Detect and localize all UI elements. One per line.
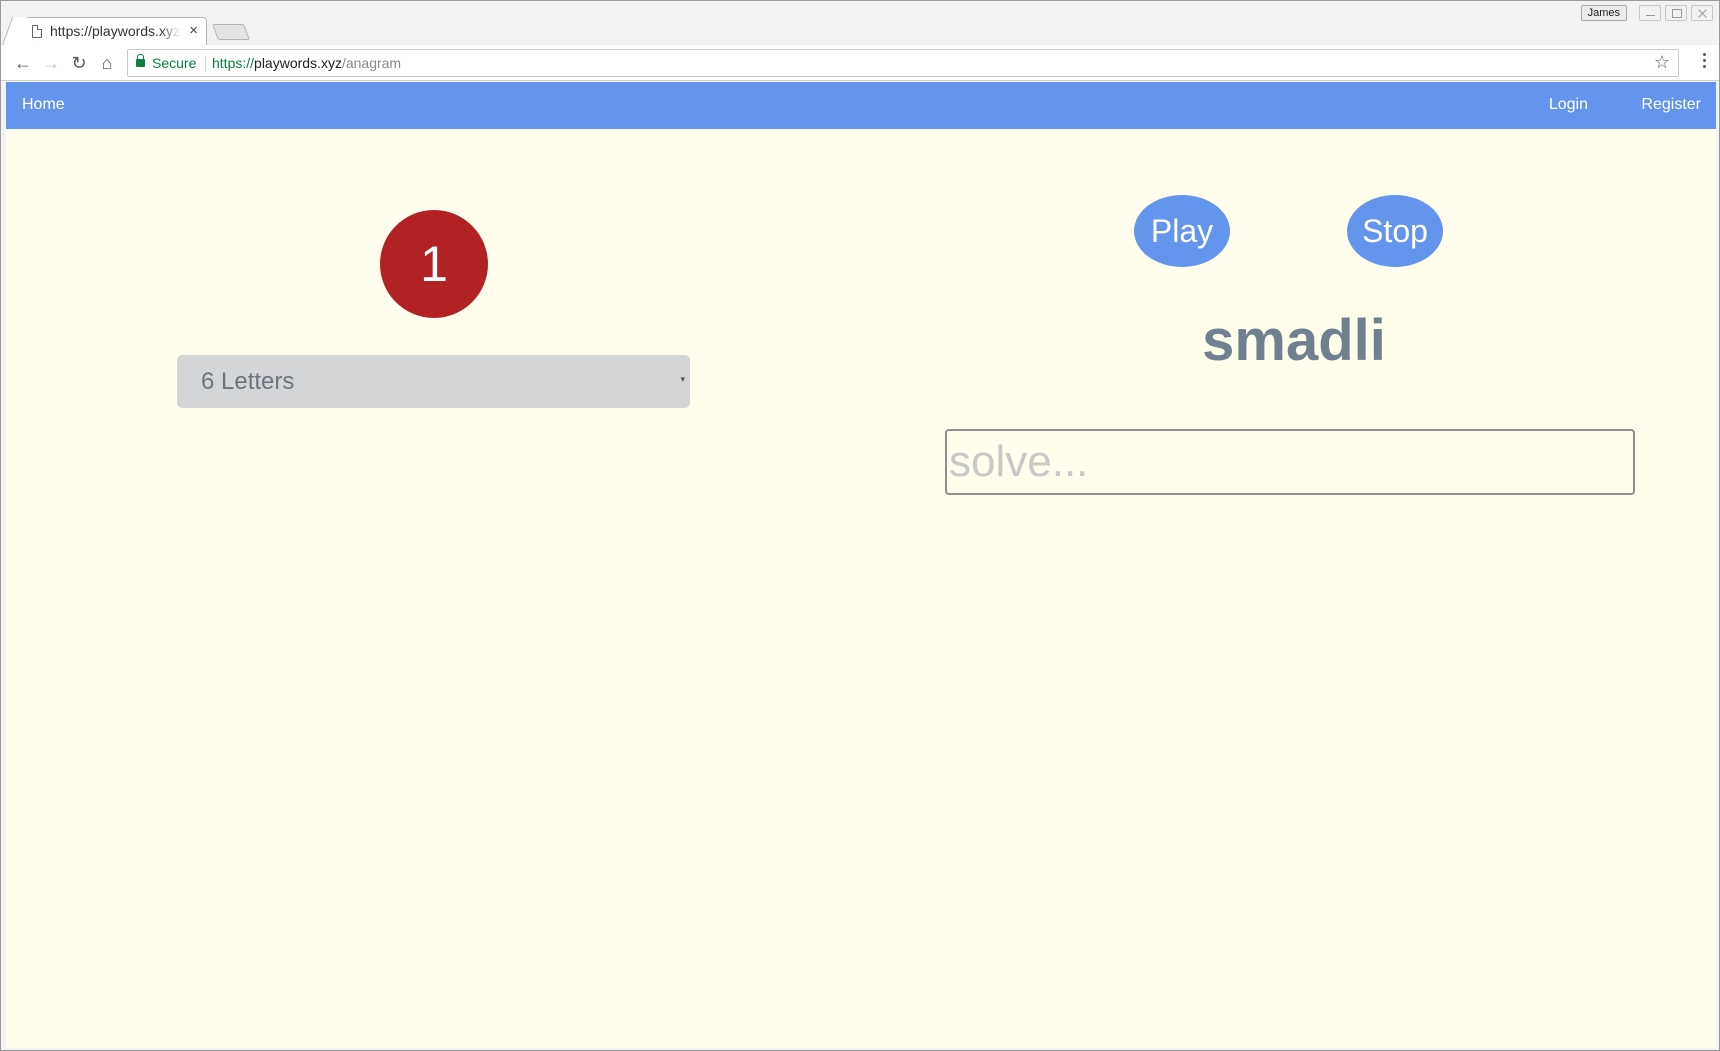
browser-toolbar: ← → ↻ ⌂ Secure https://playwords.xyz/ana… [1,45,1719,81]
solve-input[interactable] [945,429,1635,495]
bookmark-star-icon[interactable]: ☆ [1654,52,1670,73]
window-controls: James [1580,5,1713,21]
reload-icon[interactable]: ↻ [67,51,91,75]
chevron-down-icon: ▾ [680,374,685,384]
page-icon [32,25,42,38]
tab-strip: https://playwords.xyz/anagram × James [1,1,1719,45]
browser-window: https://playwords.xyz/anagram × James ← … [0,0,1720,1051]
maximize-icon[interactable] [1665,5,1687,21]
minimize-icon[interactable] [1639,5,1661,21]
round-counter: 1 [380,210,488,318]
url-path: /anagram [341,55,402,71]
letters-select[interactable]: 6 Letters ▾ [177,355,690,408]
browser-menu-icon[interactable] [1703,53,1707,71]
nav-home-link[interactable]: Home [22,96,65,114]
url-text[interactable]: https://playwords.xyz/anagram [212,55,401,71]
letters-select-value: 6 Letters [201,368,295,395]
address-bar[interactable]: Secure https://playwords.xyz/anagram ☆ [127,49,1679,77]
site-navbar: Home Login Register [6,82,1716,129]
browser-tab[interactable]: https://playwords.xyz/anagram × [15,17,207,45]
play-button[interactable]: Play [1134,195,1230,267]
forward-icon[interactable]: → [39,51,63,75]
lock-icon[interactable] [136,54,145,67]
new-tab-button[interactable] [212,24,250,40]
close-window-icon[interactable] [1691,5,1713,21]
back-icon[interactable]: ← [11,51,35,75]
url-scheme: https:// [212,55,255,71]
home-icon[interactable]: ⌂ [95,51,119,75]
nav-login-link[interactable]: Login [1549,96,1588,114]
secure-label[interactable]: Secure [152,55,196,71]
address-divider [205,56,206,72]
stop-button[interactable]: Stop [1347,195,1443,267]
url-host: playwords.xyz [254,55,342,71]
scrambled-word: smadli [1202,308,1386,373]
tab-close-icon[interactable]: × [189,21,198,41]
nav-register-link[interactable]: Register [1641,96,1701,114]
profile-button[interactable]: James [1580,5,1627,21]
page-content: Home Login Register 1 6 Letters ▾ Play S… [6,82,1716,1048]
tab-title: https://playwords.xyz/anagram [50,23,180,39]
